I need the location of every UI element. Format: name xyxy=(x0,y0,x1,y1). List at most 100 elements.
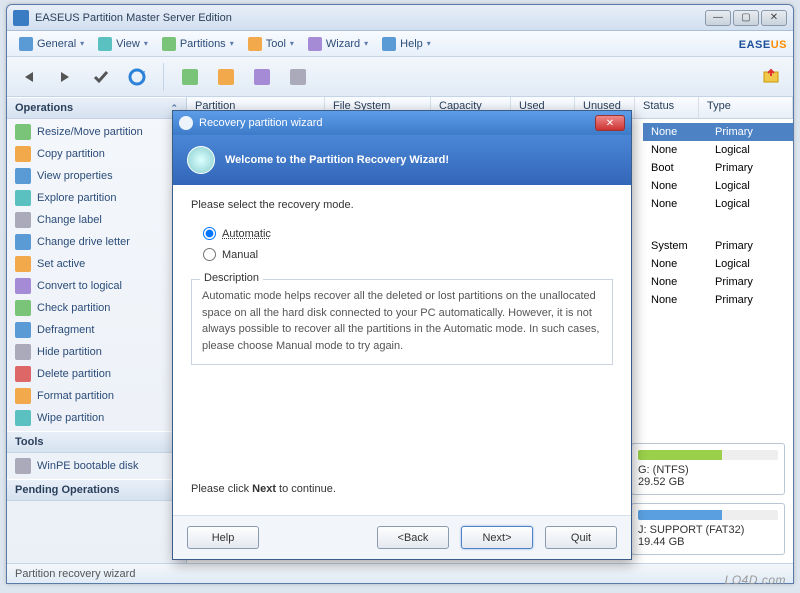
recovery-icon xyxy=(187,146,215,174)
sidebar-op-2[interactable]: View properties xyxy=(7,165,186,187)
sidebar-op-8[interactable]: Check partition xyxy=(7,297,186,319)
op-icon xyxy=(15,410,31,426)
copy-icon xyxy=(218,69,234,85)
tools-list: WinPE bootable disk xyxy=(7,453,186,479)
help-button[interactable]: Help xyxy=(187,526,259,549)
chevron-down-icon: ▾ xyxy=(144,39,148,48)
sidebar-op-12[interactable]: Format partition xyxy=(7,385,186,407)
sidebar-op-3[interactable]: Explore partition xyxy=(7,187,186,209)
apply-button[interactable] xyxy=(87,63,115,91)
sidebar-op-13[interactable]: Wipe partition xyxy=(7,407,186,429)
maximize-button[interactable]: ▢ xyxy=(733,10,759,26)
menu-help[interactable]: Help▾ xyxy=(376,35,437,53)
sidebar-op-9[interactable]: Defragment xyxy=(7,319,186,341)
table-row[interactable]: NonePrimary xyxy=(643,123,793,141)
resize-icon xyxy=(182,69,198,85)
operations-header: Operations ⌃ xyxy=(7,97,186,119)
disk-label: G: (NTFS) xyxy=(638,464,778,476)
continue-text: Please click Next to continue. xyxy=(191,483,613,495)
chevron-down-icon: ▾ xyxy=(364,39,368,48)
dialog-close-button[interactable]: ✕ xyxy=(595,115,625,131)
table-row[interactable]: NoneLogical xyxy=(643,195,793,213)
op-icon xyxy=(15,168,31,184)
chevron-down-icon: ▾ xyxy=(80,39,84,48)
menu-view[interactable]: View▾ xyxy=(92,35,154,53)
op-icon xyxy=(15,212,31,228)
tool-disk[interactable] xyxy=(284,63,312,91)
op-icon xyxy=(15,322,31,338)
sidebar-op-4[interactable]: Change label xyxy=(7,209,186,231)
dialog-title: Recovery partition wizard xyxy=(199,117,323,129)
tools-header: Tools ⌃ xyxy=(7,431,186,453)
disk-box-1[interactable]: J: SUPPORT (FAT32)19.44 GB xyxy=(631,503,785,555)
table-row[interactable]: NoneLogical xyxy=(643,177,793,195)
tool-edit[interactable] xyxy=(248,63,276,91)
menu-general[interactable]: General▾ xyxy=(13,35,90,53)
wizard-icon xyxy=(179,116,193,130)
description-legend: Description xyxy=(200,272,263,284)
table-row[interactable]: NoneLogical xyxy=(643,255,793,273)
col-status[interactable]: Status xyxy=(635,97,699,118)
op-icon xyxy=(15,234,31,250)
description-group: Description Automatic mode helps recover… xyxy=(191,279,613,365)
next-button[interactable]: Next> xyxy=(461,526,533,549)
back-button[interactable]: <Back xyxy=(377,526,449,549)
menu-tool[interactable]: Tool▾ xyxy=(242,35,300,53)
sidebar-op-5[interactable]: Change drive letter xyxy=(7,231,186,253)
tool-resize[interactable] xyxy=(176,63,204,91)
op-icon xyxy=(15,366,31,382)
chevron-down-icon: ▾ xyxy=(290,39,294,48)
menu-partitions[interactable]: Partitions▾ xyxy=(156,35,240,53)
disk-bar xyxy=(638,450,778,460)
disk-box-0[interactable]: G: (NTFS)29.52 GB xyxy=(631,443,785,495)
sidebar-op-1[interactable]: Copy partition xyxy=(7,143,186,165)
banner-text: Welcome to the Partition Recovery Wizard… xyxy=(225,154,449,166)
undo-button[interactable] xyxy=(15,63,43,91)
watermark: LO4D.com xyxy=(725,573,786,587)
dialog-banner: Welcome to the Partition Recovery Wizard… xyxy=(173,135,631,185)
refresh-button[interactable] xyxy=(123,63,151,91)
quit-button[interactable]: Quit xyxy=(545,526,617,549)
window-title: EASEUS Partition Master Server Edition xyxy=(35,12,232,24)
sidebar-op-0[interactable]: Resize/Move partition xyxy=(7,121,186,143)
table-row[interactable]: BootPrimary xyxy=(643,159,793,177)
sidebar-tool-0[interactable]: WinPE bootable disk xyxy=(7,455,186,477)
disk-size: 19.44 GB xyxy=(638,536,778,548)
chevron-down-icon: ▾ xyxy=(230,39,234,48)
tool-copy[interactable] xyxy=(212,63,240,91)
sidebar-op-11[interactable]: Delete partition xyxy=(7,363,186,385)
separator xyxy=(163,63,164,91)
menu-wizard[interactable]: Wizard▾ xyxy=(302,35,374,53)
disk-icon xyxy=(290,69,306,85)
radio-automatic[interactable]: Automatic xyxy=(203,227,613,240)
brand-logo: EASEUS xyxy=(739,35,787,52)
radio-manual[interactable]: Manual xyxy=(203,248,613,261)
op-icon xyxy=(15,190,31,206)
sidebar-op-10[interactable]: Hide partition xyxy=(7,341,186,363)
radio-manual-input[interactable] xyxy=(203,248,216,261)
table-row[interactable]: NonePrimary xyxy=(643,291,793,309)
op-icon xyxy=(15,300,31,316)
partitions-icon xyxy=(162,37,176,51)
close-button[interactable]: ✕ xyxy=(761,10,787,26)
operations-list: Resize/Move partitionCopy partitionView … xyxy=(7,119,186,431)
tool-icon xyxy=(248,37,262,51)
description-text: Automatic mode helps recover all the del… xyxy=(202,288,602,354)
table-row[interactable]: NonePrimary xyxy=(643,273,793,291)
app-icon xyxy=(13,10,29,26)
sidebar-op-7[interactable]: Convert to logical xyxy=(7,275,186,297)
col-type[interactable]: Type xyxy=(699,97,793,118)
wizard-icon xyxy=(308,37,322,51)
table-row[interactable]: SystemPrimary xyxy=(643,237,793,255)
table-row[interactable]: NoneLogical xyxy=(643,141,793,159)
op-icon xyxy=(15,124,31,140)
minimize-button[interactable]: — xyxy=(705,10,731,26)
toolbar xyxy=(7,57,793,97)
sidebar-op-6[interactable]: Set active xyxy=(7,253,186,275)
bootable-button[interactable] xyxy=(757,63,785,91)
op-icon xyxy=(15,146,31,162)
radio-automatic-input[interactable] xyxy=(203,227,216,240)
disk-size: 29.52 GB xyxy=(638,476,778,488)
redo-button[interactable] xyxy=(51,63,79,91)
op-icon xyxy=(15,256,31,272)
